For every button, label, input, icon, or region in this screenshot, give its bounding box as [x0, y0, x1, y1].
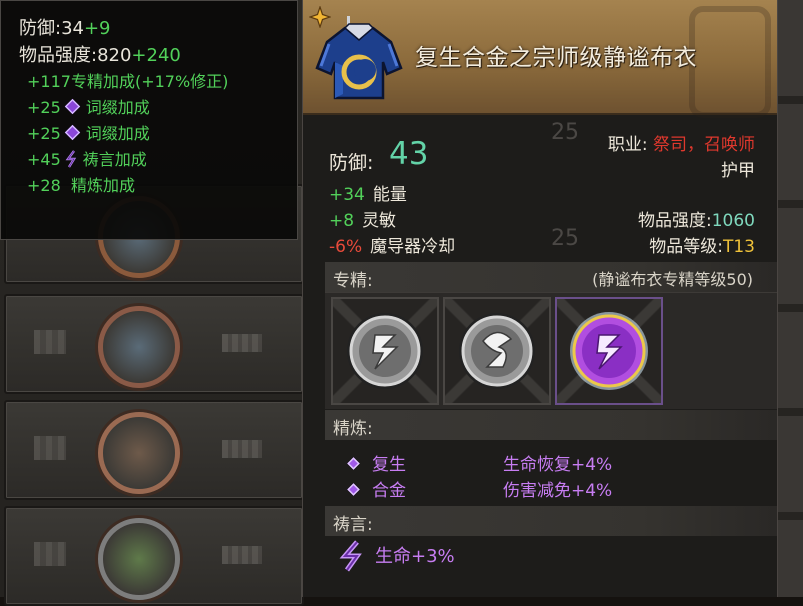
spec-slots: [325, 292, 777, 409]
inventory-slot[interactable]: [4, 294, 304, 394]
blurred-number: [34, 330, 66, 354]
blurred-text: [222, 334, 262, 352]
blurred-text: [222, 440, 262, 458]
robe-icon: [315, 16, 403, 100]
compare-armor: 防御:34+9: [19, 18, 111, 39]
purple-gem-icon: [347, 457, 360, 470]
armor-label: 防御:: [329, 152, 374, 174]
armor-value: 43: [389, 136, 429, 172]
item-medal-icon: [98, 412, 180, 494]
spec-level-note: (静谧布衣专精等级50): [592, 270, 753, 289]
refine-item-effect: 伤害减免+4%: [503, 481, 613, 501]
spec-slot-3[interactable]: [555, 297, 663, 405]
prayer-icon: [339, 540, 362, 572]
bg-watermark: 25: [551, 120, 579, 145]
blurred-number: [34, 542, 66, 566]
spec-slot-1[interactable]: [331, 297, 439, 405]
blurred-number: [34, 436, 66, 460]
compare-spec-bonus: +117专精加成(+17%修正): [27, 72, 229, 91]
silver-rune-icon: [347, 313, 423, 389]
compare-power: 物品强度:820+240: [19, 45, 181, 66]
spec-label: 专精:: [333, 271, 373, 291]
inventory-slot[interactable]: [4, 506, 304, 606]
spec-slot-2[interactable]: [443, 297, 551, 405]
compare-prayer-bonus: +45 祷言加成: [27, 150, 147, 169]
tooltip-header: 复生合金之宗师级静谧布衣: [303, 0, 777, 118]
purple-rune-icon: [570, 312, 648, 390]
compare-affix-bonus: +25 词缀加成: [27, 124, 150, 143]
blurred-text: [222, 546, 262, 564]
inventory-right-edge: [778, 0, 803, 597]
purple-gem-icon: [347, 483, 360, 496]
stat-energy: +34 能量: [329, 185, 407, 205]
compare-panel: 防御:34+9 物品强度:820+240 +117专精加成(+17%修正) +2…: [0, 0, 298, 240]
refine-item-effect: 生命恢复+4%: [503, 455, 613, 475]
item-type: 护甲: [721, 161, 755, 181]
item-medal-icon: [98, 306, 180, 388]
refine-item-name: 复生: [347, 450, 406, 475]
item-power: 物品强度:1060: [638, 211, 755, 231]
purple-gem-icon: [64, 124, 81, 141]
stat-cooldown: -6% 魔导器冷却: [329, 237, 456, 257]
refine-section-header: 精炼:: [325, 410, 777, 440]
compare-affix-bonus: +25 词缀加成: [27, 98, 150, 117]
bg-watermark: 25: [551, 226, 579, 251]
prayer-label: 祷言:: [333, 515, 373, 535]
prayer-effect: 生命+3%: [375, 546, 455, 567]
item-tier: 物品等级:T13: [649, 237, 755, 257]
purple-gem-icon: [64, 98, 81, 115]
refine-label: 精炼:: [333, 419, 373, 439]
class-emblem-icon: [689, 6, 771, 118]
compare-refine-bonus: +28 精炼加成: [27, 176, 135, 195]
silver-rune-icon: [459, 313, 535, 389]
prayer-icon: [65, 150, 76, 168]
inventory-slot[interactable]: [4, 400, 304, 500]
spec-section-header: 专精: (静谧布衣专精等级50): [325, 262, 777, 292]
stat-agility: +8 灵敏: [329, 211, 397, 231]
prayer-section-header: 祷言:: [325, 506, 777, 536]
refine-item-name: 合金: [347, 476, 406, 501]
item-medal-icon: [98, 518, 180, 600]
class-requirement: 职业: 祭司，召唤师: [607, 135, 755, 155]
item-tooltip: 复生合金之宗师级静谧布衣 25 25 防御: 43 职业: 祭司，召唤师 护甲 …: [302, 0, 778, 597]
item-title: 复生合金之宗师级静谧布衣: [415, 45, 697, 71]
